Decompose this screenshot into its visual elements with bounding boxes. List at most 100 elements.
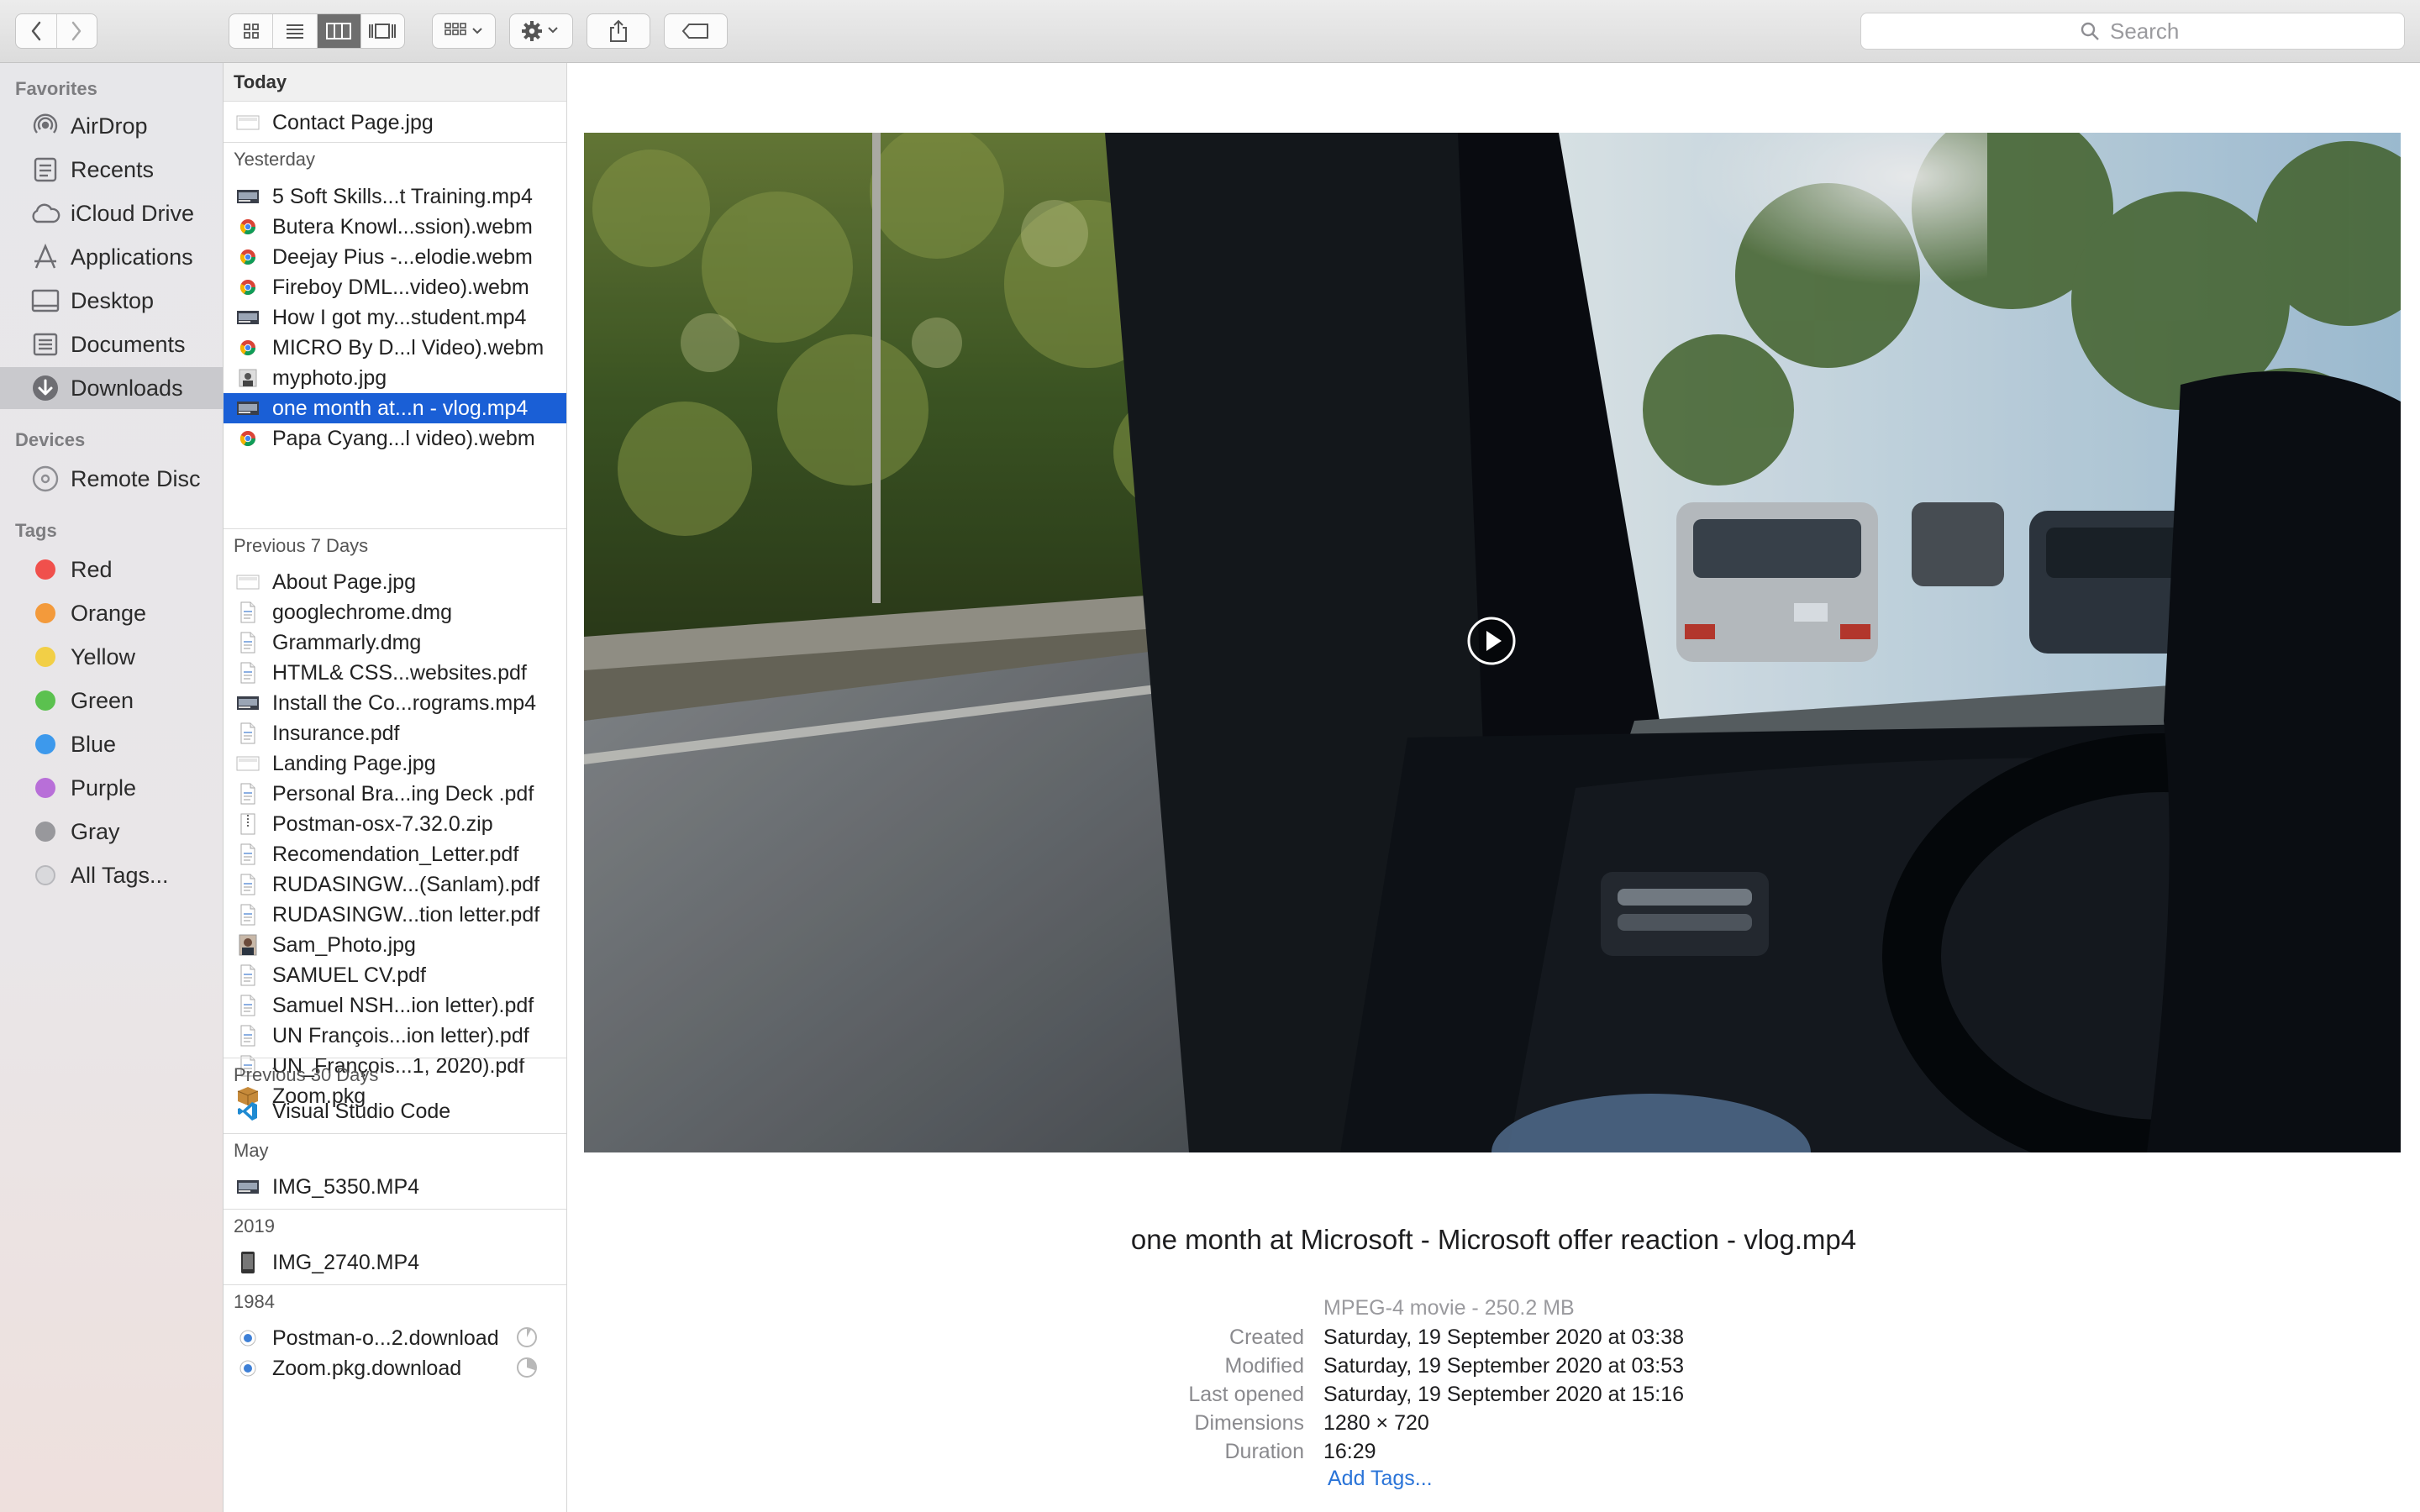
file-row[interactable]: How I got my...student.mp4 [224,302,566,333]
zip-icon [235,812,260,836]
file-row[interactable]: Visual Studio Code [224,1096,566,1126]
video-preview[interactable] [584,133,2401,1152]
file-row[interactable]: Recomendation_Letter.pdf [224,839,566,869]
edit-tags-button[interactable] [664,13,728,49]
group-header-prev30: Previous 30 Days [224,1058,566,1091]
file-row[interactable]: Install the Co...rograms.mp4 [224,688,566,718]
file-row[interactable]: googlechrome.dmg [224,597,566,627]
sidebar-tag-purple[interactable]: Purple [0,767,223,809]
file-row[interactable]: Sam_Photo.jpg [224,930,566,960]
sidebar-tag-gray[interactable]: Gray [0,811,223,853]
play-button[interactable] [1466,616,1517,666]
document-icon [235,1024,260,1047]
tags-header: Tags [15,520,57,541]
file-name: Grammarly.dmg [272,630,422,654]
file-row[interactable]: RUDASINGW...(Sanlam).pdf [224,869,566,900]
sidebar-item-label: Documents [71,331,186,357]
meta-key: Created [1229,1326,1304,1349]
file-row[interactable]: HTML& CSS...websites.pdf [224,658,566,688]
file-row[interactable]: Zoom.pkg.download [224,1353,566,1383]
file-row-selected[interactable]: one month at...n - vlog.mp4 [224,393,566,423]
file-name: IMG_2740.MP4 [272,1250,420,1274]
file-row[interactable]: myphoto.jpg [224,363,566,393]
search-input[interactable] [2110,18,2186,45]
phone-video-icon [235,1251,260,1274]
file-row[interactable]: Personal Bra...ing Deck .pdf [224,779,566,809]
sidebar-item-airdrop[interactable]: AirDrop [0,105,223,147]
file-name: Visual Studio Code [272,1099,451,1123]
meta-created: Created Saturday, 19 September 2020 at 0… [567,1326,2420,1354]
file-row[interactable]: Butera Knowl...ssion).webm [224,212,566,242]
file-row[interactable]: Postman-o...2.download [224,1323,566,1353]
sidebar-item-applications[interactable]: Applications [0,236,223,278]
sidebar-tag-red[interactable]: Red [0,549,223,591]
meta-value: Saturday, 19 September 2020 at 03:38 [1323,1326,1685,1349]
meta-key: Modified [1224,1354,1305,1378]
orange-tag-icon [29,596,62,630]
share-button[interactable] [587,13,650,49]
file-row[interactable]: Grammarly.dmg [224,627,566,658]
file-row[interactable]: Fireboy DML...video).webm [224,272,566,302]
file-row[interactable]: Papa Cyang...l video).webm [224,423,566,454]
sidebar-tag-orange[interactable]: Orange [0,592,223,634]
sidebar-all-tags[interactable]: All Tags... [0,854,223,896]
document-icon [235,903,260,927]
video-thumb-icon [235,396,260,420]
file-kind-size: MPEG-4 movie - 250.2 MB [1323,1296,1575,1320]
all-tags-icon [29,858,62,892]
add-tags-link[interactable]: Add Tags... [1328,1467,1433,1491]
file-row[interactable]: Postman-osx-7.32.0.zip [224,809,566,839]
search-icon [2080,21,2100,41]
sidebar-item-recents[interactable]: Recents [0,149,223,191]
sidebar-item-icloud-drive[interactable]: iCloud Drive [0,192,223,234]
gallery-view-button[interactable] [361,14,404,48]
file-name: How I got my...student.mp4 [272,305,527,329]
meta-value: Saturday, 19 September 2020 at 15:16 [1323,1383,1685,1406]
sidebar-item-desktop[interactable]: Desktop [0,280,223,322]
column-view-button[interactable] [317,14,361,48]
file-row[interactable]: UN François...ion letter).pdf [224,1021,566,1051]
file-row[interactable]: SAMUEL CV.pdf [224,960,566,990]
file-name: IMG_5350.MP4 [272,1174,420,1199]
file-row[interactable]: Samuel NSH...ion letter).pdf [224,990,566,1021]
file-row[interactable]: About Page.jpg [224,567,566,597]
sidebar-tag-blue[interactable]: Blue [0,723,223,765]
search-field[interactable] [1860,13,2405,50]
sidebar-tag-green[interactable]: Green [0,680,223,722]
sidebar-item-documents[interactable]: Documents [0,323,223,365]
preview-pane: one month at Microsoft - Microsoft offer… [567,63,2420,1512]
chrome-icon [235,245,260,269]
file-name: Install the Co...rograms.mp4 [272,690,537,715]
group-header-y2019: 2019 [224,1209,566,1242]
image-icon [235,111,260,134]
file-name: 5 Soft Skills...t Training.mp4 [272,184,533,208]
sidebar-item-label: Gray [71,818,120,844]
file-name: Papa Cyang...l video).webm [272,426,535,450]
sidebar-tag-yellow[interactable]: Yellow [0,636,223,678]
file-row[interactable]: RUDASINGW...tion letter.pdf [224,900,566,930]
sidebar-item-downloads[interactable]: Downloads [0,367,223,409]
action-menu-button[interactable] [509,13,573,49]
file-name: UN François...ion letter).pdf [272,1023,529,1047]
file-row[interactable]: Landing Page.jpg [224,748,566,779]
file-row[interactable]: 5 Soft Skills...t Training.mp4 [224,181,566,212]
document-icon [235,601,260,624]
file-row[interactable]: IMG_5350.MP4 [224,1172,566,1202]
document-icon [235,782,260,806]
file-row[interactable]: Contact Page.jpg [224,108,566,138]
list-view-button[interactable] [273,14,318,48]
sidebar-item-label: Desktop [71,287,155,313]
sidebar-item-label: Orange [71,600,147,626]
sidebar-item-remote-disc[interactable]: Remote Disc [0,458,223,500]
icon-view-button[interactable] [229,14,274,48]
group-by-button[interactable] [432,13,496,49]
file-row[interactable]: Insurance.pdf [224,718,566,748]
blue-tag-icon [29,727,62,761]
meta-value: Saturday, 19 September 2020 at 03:53 [1323,1354,1685,1378]
file-row[interactable]: Deejay Pius -...elodie.webm [224,242,566,272]
file-row[interactable]: IMG_2740.MP4 [224,1247,566,1278]
file-row[interactable]: MICRO By D...l Video).webm [224,333,566,363]
gallery-view-icon [368,23,397,39]
back-button[interactable] [16,14,57,48]
forward-button[interactable] [57,14,97,48]
